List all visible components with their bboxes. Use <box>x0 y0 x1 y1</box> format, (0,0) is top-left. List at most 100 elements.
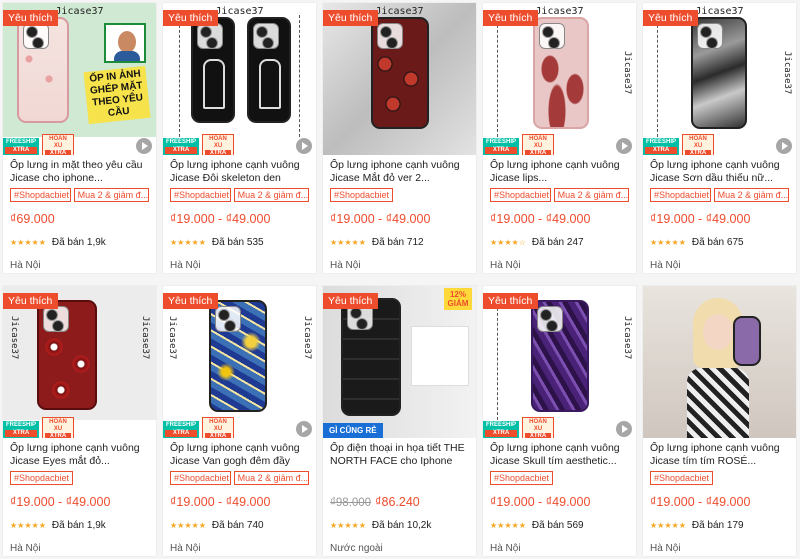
product-card[interactable]: Ốp lưng iphone cạnh vuông Jicase tím tím… <box>642 285 797 557</box>
camera-module <box>253 23 279 49</box>
product-title[interactable]: Ốp lưng iphone cạnh vuông Jicase Eyes mắ… <box>10 442 149 468</box>
play-icon[interactable] <box>616 138 632 154</box>
shop-tag: #Shopdacbiet <box>650 471 714 485</box>
phone-case <box>17 17 69 123</box>
rating-stars-icon: ★★★★★ <box>650 521 686 530</box>
product-title[interactable]: Ốp lưng iphone cạnh vuông Jicase lips... <box>490 159 629 185</box>
product-title[interactable]: Ốp lưng iphone cạnh vuông Jicase Sơn dầu… <box>650 159 789 185</box>
camera-module <box>215 306 241 332</box>
play-icon[interactable] <box>616 421 632 437</box>
location: Hà Nội <box>170 543 201 554</box>
freeship-badge: FREESHIP XTRA <box>3 137 39 155</box>
location: Hà Nội <box>490 543 521 554</box>
phone-case <box>209 300 267 412</box>
product-card[interactable]: Yêu thích Jicase37 Jicase37 FREESHIP XTRA… <box>642 2 797 274</box>
rating-stars-icon: ★★★★★ <box>490 521 526 530</box>
product-title[interactable]: Ốp lưng iphone cạnh vuông Jicase Skull t… <box>490 442 629 468</box>
price: ₫19.000 - ₫49.000 <box>330 212 431 226</box>
product-image[interactable]: Yêu thích Jicase37 Jicase37 FREESHIP XTRA… <box>3 286 156 438</box>
product-image[interactable]: Yêu thích 12% GIẢM GÌ CŨNG RẺ <box>323 286 476 438</box>
product-image[interactable]: Yêu thích Jicase37 Jicase37 FREESHIP XTRA… <box>643 3 796 155</box>
sold-count: Đã bán 10,2k <box>371 520 432 531</box>
product-image[interactable]: Yêu thích Jicase37 ỐP IN ẢNH GHÉP MẶT TH… <box>3 3 156 155</box>
freeship-badge: FREESHIP XTRA <box>643 137 679 155</box>
rating-stars-icon: ★★★★★ <box>650 238 686 247</box>
product-image[interactable]: Yêu thích Jicase37 <box>323 3 476 155</box>
favorite-badge: Yêu thích <box>483 10 539 26</box>
product-title[interactable]: Ốp lưng in mặt theo yêu cầu Jicase cho i… <box>10 159 149 185</box>
product-title[interactable]: Ốp điện thoại in họa tiết THE NORTH FACE… <box>330 442 469 468</box>
location: Hà Nội <box>650 260 681 271</box>
promo-strip <box>323 137 476 155</box>
product-card[interactable]: Yêu thích Jicase37 Jicase37 FREESHIP XTRA… <box>2 285 157 557</box>
discount-badge: 12% GIẢM <box>444 288 472 310</box>
product-card[interactable]: Yêu thích Jicase37 Jicase37 FREESHIP XTRA… <box>162 285 317 557</box>
shop-tag: #Shopdacbiet <box>490 471 554 485</box>
brand-watermark: Jicase37 <box>302 316 312 360</box>
price: ₫69.000 <box>10 212 55 226</box>
rating-stars-icon: ★★★★★ <box>170 238 206 247</box>
north-face-card <box>411 326 469 386</box>
sold-count: Đã bán 535 <box>211 237 264 248</box>
sold-count: Đã bán 1,9k <box>51 237 106 248</box>
phone-case <box>533 17 589 129</box>
coin-cashback-badge: HOÀN XU XTRA <box>42 416 74 438</box>
promo-strip: FREESHIP XTRA HOÀN XU XTRA <box>163 133 316 155</box>
shop-tag: #Shopdacbiet <box>10 188 71 202</box>
freeship-badge: FREESHIP XTRA <box>163 137 199 155</box>
promo-label: GÌ CŨNG RẺ <box>323 423 383 438</box>
product-title[interactable]: Ốp lưng iphone cạnh vuông Jicase Đôi ske… <box>170 159 309 185</box>
bundle-deal-tag: Mua 2 & giảm đ... <box>233 188 309 202</box>
product-card[interactable]: Yêu thích Jicase37 FREESHIP XTRA HOÀN XU X… <box>482 285 637 557</box>
play-icon[interactable] <box>296 421 312 437</box>
location: Nước ngoài <box>330 543 383 554</box>
product-title[interactable]: Ốp lưng iphone cạnh vuông Jicase tím tím… <box>650 442 789 468</box>
freeship-badge: FREESHIP XTRA <box>483 137 519 155</box>
product-title[interactable]: Ốp lưng iphone cạnh vuông Jicase Van gog… <box>170 442 309 468</box>
product-card[interactable]: Yêu thích Jicase37 ỐP IN ẢNH GHÉP MẶT TH… <box>2 2 157 274</box>
location: Hà Nội <box>650 543 681 554</box>
product-image[interactable] <box>643 286 796 438</box>
phone-case <box>191 17 235 123</box>
price: ₫19.000 - ₫49.000 <box>490 212 591 226</box>
promo-strip: FREESHIP XTRA HOÀN XU XTRA <box>643 133 796 155</box>
play-icon[interactable] <box>776 138 792 154</box>
promo-strip: FREESHIP XTRA HOÀN XU XTRA <box>483 133 636 155</box>
bundle-deal-tag: Mua 2 & giảm đ... <box>713 188 789 202</box>
play-icon[interactable] <box>136 138 152 154</box>
promo-strip: FREESHIP XTRA HOÀN XU XTRA <box>483 416 636 438</box>
bundle-deal-tag: Mua 2 & giảm đ... <box>233 471 309 485</box>
camera-module <box>537 306 563 332</box>
promo-strip: FREESHIP XTRA HOÀN XU XTRA <box>3 416 156 438</box>
phone-case <box>371 17 429 129</box>
shop-tag: #Shopdacbiet <box>490 188 551 202</box>
product-image[interactable]: Yêu thích Jicase37 Jicase37 FREESHIP XTRA… <box>163 286 316 438</box>
product-image[interactable]: Yêu thích Jicase37 Jicase37 FREESHIP XTRA… <box>483 3 636 155</box>
product-image[interactable]: Yêu thích Jicase37 FREESHIP XTRA HOÀN XU X… <box>163 3 316 155</box>
phone-case <box>691 17 747 129</box>
product-card[interactable]: Yêu thích 12% GIẢM GÌ CŨNG RẺ Ốp điện th… <box>322 285 477 557</box>
product-title[interactable]: Ốp lưng iphone cạnh vuông Jicase Mắt đỏ … <box>330 159 469 185</box>
camera-module <box>43 306 69 332</box>
face-photo <box>104 23 146 63</box>
product-card[interactable]: Yêu thích Jicase37 FREESHIP XTRA HOÀN XU X… <box>162 2 317 274</box>
bundle-deal-tag: Mua 2 & giảm đ... <box>553 188 629 202</box>
phone-case <box>531 300 589 412</box>
favorite-badge: Yêu thích <box>163 293 219 309</box>
favorite-badge: Yêu thích <box>643 10 699 26</box>
overlay-text: ỐP IN ẢNH GHÉP MẶT THEO YÊU CẦU <box>83 65 151 125</box>
coin-cashback-badge: HOÀN XU XTRA <box>682 133 714 155</box>
coin-cashback-badge: HOÀN XU XTRA <box>42 133 74 155</box>
favorite-badge: Yêu thích <box>163 10 219 26</box>
sold-count: Đã bán 247 <box>531 237 584 248</box>
coin-cashback-badge: HOÀN XU XTRA <box>202 133 234 155</box>
play-icon[interactable] <box>296 138 312 154</box>
price: ₫19.000 - ₫49.000 <box>170 212 271 226</box>
camera-module <box>23 23 49 49</box>
sold-count: Đã bán 712 <box>371 237 424 248</box>
phone-case <box>733 316 761 366</box>
product-image[interactable]: Yêu thích Jicase37 FREESHIP XTRA HOÀN XU X… <box>483 286 636 438</box>
camera-module <box>697 23 723 49</box>
product-card[interactable]: Yêu thích Jicase37 Jicase37 FREESHIP XTRA… <box>482 2 637 274</box>
product-card[interactable]: Yêu thích Jicase37 Ốp lưng iphone cạnh v… <box>322 2 477 274</box>
